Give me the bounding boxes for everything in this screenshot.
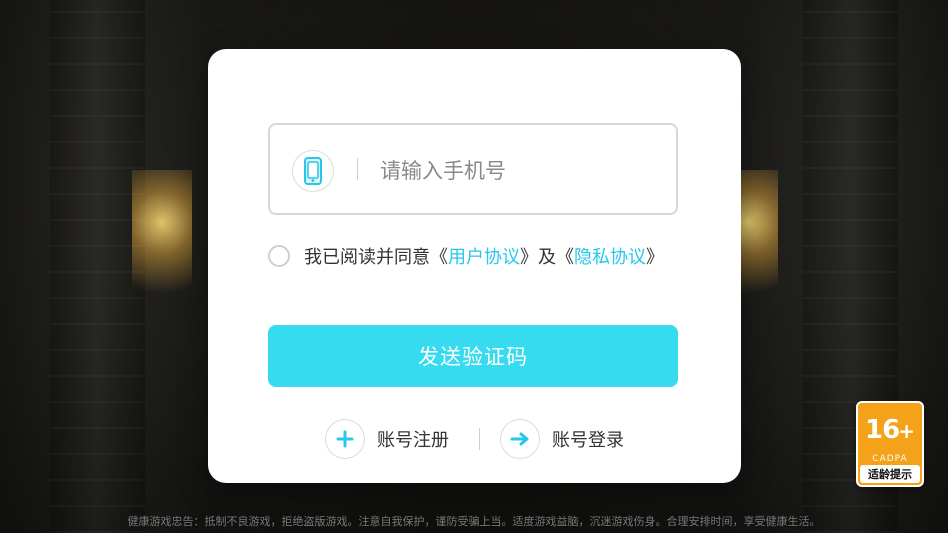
age-rating-tip: 适龄提示	[860, 465, 920, 483]
left-pillar	[50, 0, 145, 533]
login-label: 账号登录	[552, 430, 624, 451]
actions-divider	[479, 428, 480, 450]
login-card: 我已阅读并同意《用户协议》及《隐私协议》 发送验证码 账号注册 账号登录	[208, 49, 741, 483]
register-action[interactable]: 账号注册	[325, 419, 449, 459]
arrow-right-icon	[500, 419, 540, 459]
account-actions: 账号注册 账号登录	[208, 414, 741, 464]
agreement-bracket-open-1: 《	[430, 247, 448, 268]
agreement-prefix: 我已阅读并同意	[304, 247, 430, 268]
age-rating-number: 16	[865, 415, 900, 445]
user-agreement-link[interactable]: 用户协议	[448, 247, 520, 268]
send-code-button[interactable]: 发送验证码	[268, 325, 678, 387]
agreement-text: 我已阅读并同意《用户协议》及《隐私协议》	[304, 243, 664, 269]
agreement-bracket-close-1: 》	[520, 247, 538, 268]
agreement-radio[interactable]	[268, 245, 290, 267]
register-label: 账号注册	[377, 430, 449, 451]
privacy-agreement-link[interactable]: 隐私协议	[574, 247, 646, 268]
plus-icon	[325, 419, 365, 459]
agreement-row: 我已阅读并同意《用户协议》及《隐私协议》	[268, 242, 664, 270]
phone-field[interactable]	[268, 123, 678, 215]
age-rating-badge: 16 + CADPA 适龄提示	[856, 401, 924, 487]
phone-input[interactable]	[378, 147, 672, 195]
field-divider	[357, 158, 358, 180]
send-code-label: 发送验证码	[418, 345, 528, 369]
left-torch	[132, 170, 192, 320]
agreement-bracket-close-2: 》	[646, 247, 664, 268]
login-action[interactable]: 账号登录	[500, 419, 624, 459]
agreement-bracket-open-2: 《	[556, 247, 574, 268]
age-rating-plus: +	[898, 419, 915, 443]
agreement-and: 及	[538, 247, 556, 268]
health-notice: 健康游戏忠告：抵制不良游戏，拒绝盗版游戏。注意自我保护，谨防受骗上当。适度游戏益…	[127, 515, 821, 528]
age-rating-org: CADPA	[872, 454, 908, 464]
phone-icon	[292, 150, 334, 192]
